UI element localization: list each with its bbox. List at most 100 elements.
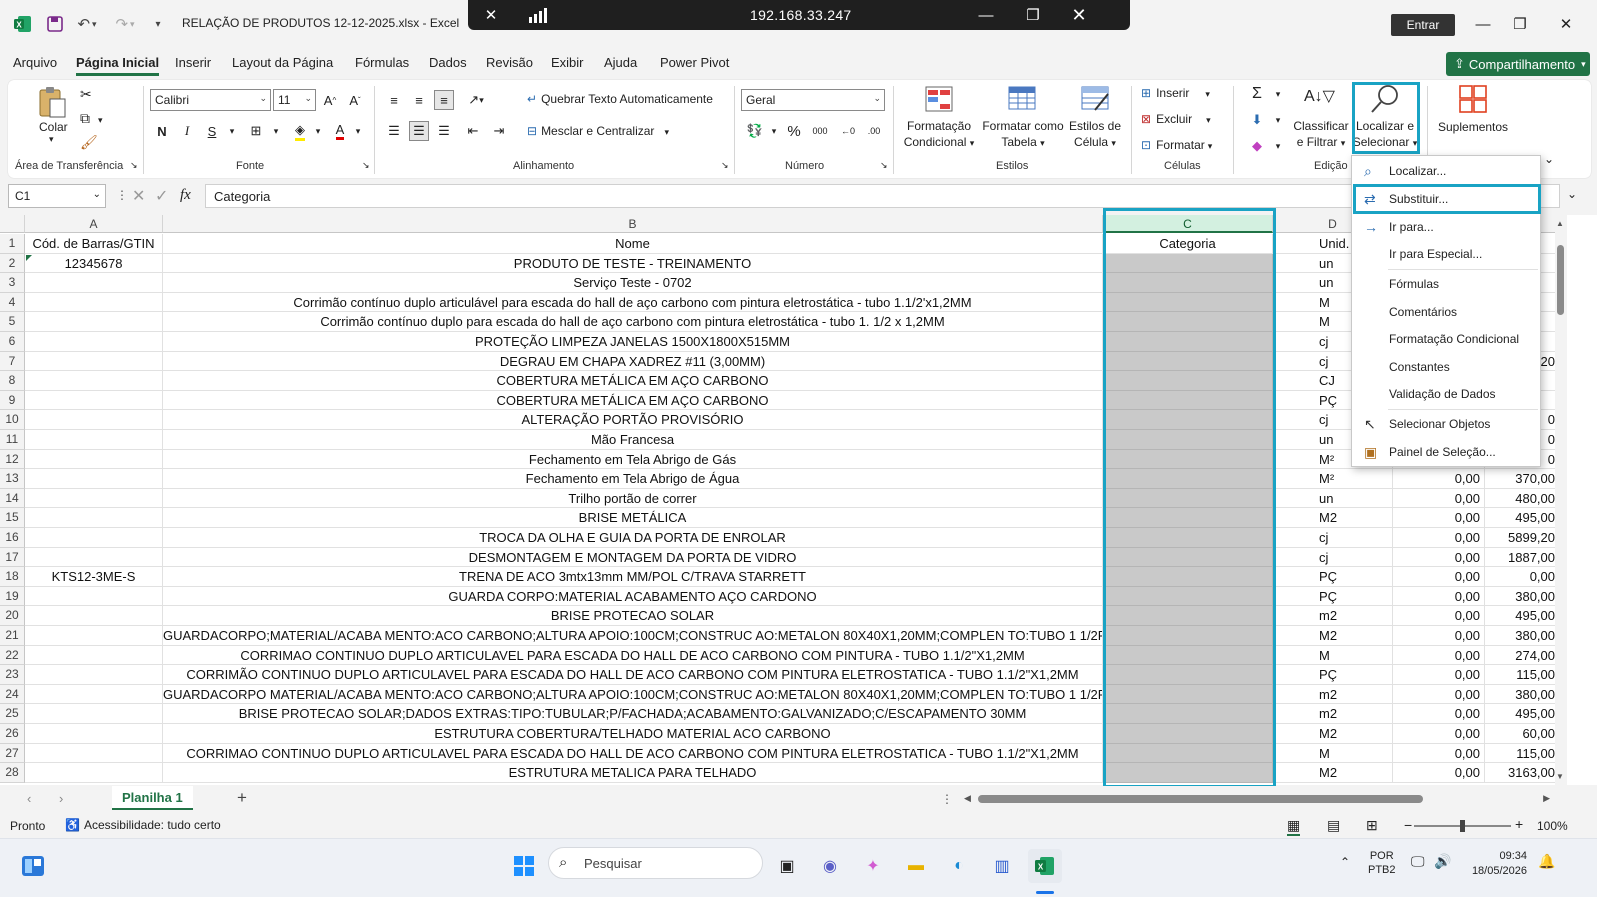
restore-icon[interactable]: ❐ xyxy=(1500,11,1540,37)
cut-icon[interactable]: ✂ xyxy=(80,86,92,103)
decrease-indent-icon[interactable]: ⇤ xyxy=(463,121,483,141)
borders-icon[interactable]: ⊞ xyxy=(246,121,266,141)
sheet-prev-icon[interactable]: ‹ xyxy=(27,791,31,806)
cell-b[interactable]: CORRIMÃO CONTINUO DUPLO ARTICULAVEL PARA… xyxy=(163,665,1103,685)
cell-a[interactable] xyxy=(25,528,163,548)
cell-d[interactable]: M2 xyxy=(1273,626,1393,646)
align-right-icon[interactable]: ☰ xyxy=(434,121,454,141)
cell-c[interactable] xyxy=(1103,508,1273,528)
taskbar-search[interactable]: ⌕ Pesquisar xyxy=(548,847,763,879)
cell-b[interactable]: DESMONTAGEM E MONTAGEM DA PORTA DE VIDRO xyxy=(163,547,1103,568)
cell-c[interactable] xyxy=(1103,724,1273,744)
cell-d[interactable]: M xyxy=(1273,743,1393,764)
paste-label[interactable]: Colar xyxy=(39,120,68,134)
cell-b[interactable]: GUARDA CORPO:MATERIAL ACABAMENTO AÇO CAR… xyxy=(163,586,1103,607)
cell-e[interactable]: 0,00 xyxy=(1393,645,1485,666)
cell-b[interactable]: GUARDACORPO;MATERIAL/ACABA MENTO:ACO CAR… xyxy=(163,626,1103,646)
cell-e[interactable]: 0,00 xyxy=(1393,606,1485,626)
cell-a[interactable] xyxy=(25,508,163,528)
cell-b[interactable]: Fechamento em Tela Abrigo de Água xyxy=(163,469,1103,489)
cell-e[interactable]: 0,00 xyxy=(1393,586,1485,607)
cell-c[interactable] xyxy=(1103,332,1273,352)
horizontal-scroll-thumb[interactable] xyxy=(978,795,1423,803)
remote-minimize-icon[interactable]: — xyxy=(973,4,999,26)
format-table-button[interactable]: Formatar como Tabela ▾ xyxy=(981,118,1065,151)
clear-dropdown-icon[interactable]: ▾ xyxy=(1268,136,1288,156)
cell-c[interactable] xyxy=(1103,626,1273,646)
alignment-launcher-icon[interactable]: ↘ xyxy=(721,160,729,171)
menu-localizar[interactable]: ⌕ Localizar... xyxy=(1352,158,1540,184)
cell-b[interactable]: ESTRUTURA METALICA PARA TELHADO xyxy=(163,763,1103,783)
menu-comentarios[interactable]: Comentários xyxy=(1352,299,1540,325)
cell-f[interactable]: 480,00 xyxy=(1485,488,1560,509)
cell-d[interactable]: M xyxy=(1273,645,1393,666)
row-header[interactable]: 22 xyxy=(0,645,25,666)
teams-icon[interactable]: ◉ xyxy=(813,849,847,883)
cell-f[interactable]: 115,00 xyxy=(1485,665,1560,685)
task-view-icon[interactable]: ▣ xyxy=(770,849,804,883)
redo-icon[interactable]: ↷ ▾ xyxy=(112,14,138,34)
cell-c[interactable] xyxy=(1103,430,1273,450)
thousands-icon[interactable]: 000 xyxy=(810,121,830,141)
number-launcher-icon[interactable]: ↘ xyxy=(880,160,888,171)
cell-c[interactable] xyxy=(1103,704,1273,724)
cell-d[interactable]: cj xyxy=(1273,528,1393,548)
row-header[interactable]: 11 xyxy=(0,430,25,450)
wrap-text-button[interactable]: ↵ Quebrar Texto Automaticamente xyxy=(527,92,713,106)
row-header[interactable]: 25 xyxy=(0,704,25,724)
cell-c[interactable] xyxy=(1103,273,1273,293)
underline-icon[interactable]: S xyxy=(202,121,222,141)
cell-b[interactable]: TROCA DA OLHA E GUIA DA PORTA DE ENROLAR xyxy=(163,528,1103,548)
cell-a[interactable] xyxy=(25,449,163,470)
sign-in-button[interactable]: Entrar xyxy=(1391,14,1455,36)
cell-c[interactable] xyxy=(1103,567,1273,587)
cell-d[interactable]: M2 xyxy=(1273,724,1393,744)
cell-d[interactable]: M² xyxy=(1273,469,1393,489)
menu-ir-para-especial[interactable]: Ir para Especial... xyxy=(1352,241,1540,267)
autosum-icon[interactable]: Σ xyxy=(1247,84,1267,104)
cell-a[interactable] xyxy=(25,488,163,509)
cell-b[interactable]: COBERTURA METÁLICA EM AÇO CARBONO xyxy=(163,390,1103,411)
row-header[interactable]: 23 xyxy=(0,665,25,685)
percent-icon[interactable]: % xyxy=(784,121,804,141)
cell-styles-icon[interactable] xyxy=(1081,86,1111,115)
network-icon[interactable]: 🖵 xyxy=(1411,853,1425,870)
notifications-icon[interactable]: 🔔 xyxy=(1538,853,1555,870)
expand-formula-icon[interactable]: ⌄ xyxy=(1567,187,1577,201)
cell-d[interactable]: M2 xyxy=(1273,763,1393,783)
cell-a[interactable] xyxy=(25,390,163,411)
conditional-format-icon[interactable] xyxy=(925,86,953,115)
row-header[interactable]: 21 xyxy=(0,626,25,646)
cell-d[interactable]: m2 xyxy=(1273,606,1393,626)
scroll-up-icon[interactable]: ▲ xyxy=(1556,219,1564,228)
cell-c[interactable] xyxy=(1103,743,1273,764)
cell-e[interactable]: 0,00 xyxy=(1393,724,1485,744)
borders-dropdown-icon[interactable]: ▾ xyxy=(266,121,286,141)
align-top-icon[interactable]: ≡ xyxy=(384,90,404,110)
insert-function-icon[interactable]: fx xyxy=(180,187,191,204)
cell-a[interactable] xyxy=(25,606,163,626)
cancel-entry-icon[interactable]: ✕ xyxy=(132,186,145,206)
more-icon[interactable]: ⋮ xyxy=(116,188,128,202)
cell-a[interactable] xyxy=(25,763,163,783)
cell-a[interactable] xyxy=(25,430,163,450)
tab-formulas[interactable]: Fórmulas xyxy=(355,55,409,70)
accounting-format-icon[interactable]: 💱 xyxy=(745,121,765,141)
fill-dropdown-icon[interactable]: ▾ xyxy=(308,121,328,141)
cell-d[interactable]: PÇ xyxy=(1273,567,1393,587)
cell-c[interactable] xyxy=(1103,449,1273,470)
sheet-next-icon[interactable]: › xyxy=(59,791,63,806)
row-header[interactable]: 2 xyxy=(0,253,25,274)
cell-c[interactable]: Categoria xyxy=(1103,234,1273,254)
vertical-scroll-thumb[interactable] xyxy=(1557,245,1564,315)
cell-a[interactable] xyxy=(25,371,163,391)
copy-icon[interactable]: ⧉ ▾ xyxy=(80,110,103,127)
cell-b[interactable]: CORRIMAO CONTINUO DUPLO ARTICULAVEL PARA… xyxy=(163,645,1103,666)
cell-f[interactable]: 3163,00 xyxy=(1485,763,1560,783)
cell-b[interactable]: TRENA DE ACO 3mtx13mm MM/POL C/TRAVA STA… xyxy=(163,567,1103,587)
cell-a[interactable] xyxy=(25,469,163,489)
cell-b[interactable]: Serviço Teste - 0702 xyxy=(163,273,1103,293)
cell-f[interactable]: 380,00 xyxy=(1485,586,1560,607)
merge-center-button[interactable]: ⊟ Mesclar e Centralizar ▾ xyxy=(527,124,669,138)
font-launcher-icon[interactable]: ↘ xyxy=(362,160,370,171)
